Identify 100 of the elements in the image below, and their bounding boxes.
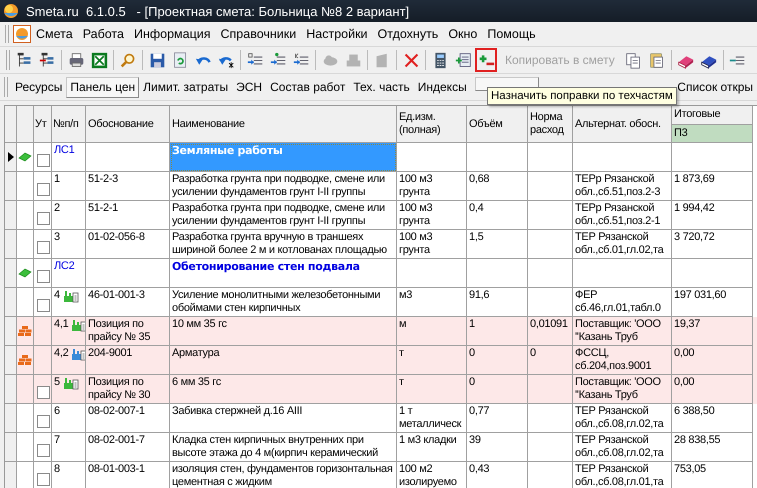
row-checkbox[interactable] — [37, 473, 50, 486]
table-cell: 1 м3 кладки — [397, 433, 467, 462]
column-header: Норма расход — [528, 106, 573, 143]
table-cell: 1,5 — [467, 230, 528, 259]
row-checkbox[interactable] — [37, 415, 50, 428]
table-row[interactable]: 8 08-01-003-1 изоляция стен, фундаментов горизонтальная цементная с жидким 100 м2 изолируемо 0,43 ТЕР Рязанской обл.,сб.08,гл.01,та 753,05 — [5, 462, 757, 488]
row-number: 4 — [54, 289, 60, 302]
table-cell — [17, 172, 34, 201]
table-cell — [528, 404, 573, 433]
table-cell: 100 м3 грунта — [397, 230, 467, 259]
table-cell — [397, 259, 467, 288]
table-cell — [528, 201, 573, 230]
table-cell: ТЕРр Рязанской обл.,сб.51,поз.2-3 — [573, 172, 672, 201]
table-row[interactable]: ЛС1 Земляные работы — [5, 143, 757, 172]
menu-item[interactable]: Справочники — [216, 27, 302, 41]
table-cell: 39 — [467, 433, 528, 462]
row-checkbox[interactable] — [37, 183, 50, 196]
table-cell: ТЕРр Рязанской обл.,сб.51,поз.2-1 — [573, 201, 672, 230]
row-checkbox[interactable] — [37, 270, 50, 283]
window-title: Smeta.ru 6.1.0.5 - [Проектная смета: Больница №8 2 вариант] — [26, 4, 410, 18]
row-selector[interactable] — [5, 143, 17, 172]
menu-item[interactable]: Помощь — [482, 27, 541, 41]
row-number: ЛС1 — [54, 144, 74, 157]
table-cell: 3 720,72 — [672, 230, 753, 259]
table-cell: 08-02-007-1 — [86, 404, 170, 433]
row-checkbox[interactable] — [37, 299, 50, 312]
panel-tab[interactable]: Панель цен — [66, 77, 140, 98]
row-number: 1 — [54, 173, 60, 186]
column-header: Ед.изм. (полная) — [397, 106, 467, 143]
panel-tab[interactable]: ЭСН — [232, 77, 266, 98]
table-row[interactable]: 3 01-02-056-8 Разработка грунта вручную в траншеях шириной более 2 м и котлованах площадью 100 м3 грунта 1,5 ТЕР Рязанской обл.,сб.01,гл.02,та 3 720,72 — [5, 230, 757, 259]
row-checkbox[interactable] — [37, 444, 50, 457]
table-cell: 6 мм 35 гс — [170, 375, 397, 404]
row-checkbox[interactable] — [37, 154, 50, 167]
table-cell — [467, 143, 528, 172]
table-row[interactable]: ЛС2 Обетонирование стен подвала — [5, 259, 757, 288]
table-cell — [528, 259, 573, 288]
panel-tab[interactable]: Ресурсы — [11, 77, 66, 98]
table-row[interactable]: 7 08-02-001-7 Кладка стен кирпичных внутренних при высоте этажа до 4 м(кирпич керамический 1 м3 кладки 39 ТЕР Рязанской обл.,сб.08,гл.02,та 28 838,55 — [5, 433, 757, 462]
table-cell: Разработка грунта при подводке, смене или усилении фундаментов грунт I-II группы — [170, 172, 397, 201]
copy-icon — [625, 52, 642, 68]
panel-tab[interactable]: Тех. часть — [349, 77, 414, 98]
table-cell: ТЕР Рязанской обл.,сб.08,гл.02,та — [573, 404, 672, 433]
column-subheader: П3 — [672, 124, 752, 142]
app-icon — [2, 2, 20, 20]
search-icon — [120, 52, 136, 68]
table-cell: 100 м3 грунта — [397, 201, 467, 230]
tree-icon — [38, 52, 56, 68]
table-row[interactable]: 6 08-02-007-1 Забивка стержней д.16 AIII 1 т металлическ 0,77 ТЕР Рязанской обл.,сб.08,гл.02,та 6 388,50 — [5, 404, 757, 433]
table-row[interactable]: 2 51-2-1 Разработка грунта при подводке, смене или усилении фундаментов грунт I-II группы 100 м3 грунта 0,4 ТЕРр Рязанской обл.,сб.51,поз.2-1 1 994,42 — [5, 201, 757, 230]
row-number: 5 — [54, 376, 60, 389]
row-checkbox[interactable] — [37, 386, 50, 399]
table-row[interactable]: 1 51-2-3 Разработка грунта при подводке, смене или усилении фундаментов грунт I-II группы 100 м3 грунта 0,68 ТЕРр Рязанской обл.,сб.51,поз.2-3 1 873,69 — [5, 172, 757, 201]
save-icon — [148, 52, 166, 68]
table-cell: 08-02-001-7 — [86, 433, 170, 462]
table-icon — [454, 52, 472, 68]
row-number: 8 — [54, 463, 60, 476]
row-number: 7 — [54, 434, 60, 447]
row-number: 4,2 — [54, 347, 68, 360]
table-row[interactable]: 5 Позиция по прайсу № 30 6 мм 35 гс т 0 Поставщик: 'ООО ''Казань Труб 0,00 — [5, 375, 757, 404]
menu-item[interactable]: Информация — [128, 27, 216, 41]
row-number: 3 — [54, 231, 60, 244]
table-row[interactable]: 4,1 Позиция по прайсу № 35 10 мм 35 гс м 1 0,01091 Поставщик: 'ООО ''Казань Труб 19,37 — [5, 317, 757, 346]
column-header: Итоговые — [673, 107, 722, 122]
table-cell: 0,77 — [467, 404, 528, 433]
row-checkbox[interactable] — [37, 241, 50, 254]
menu-item[interactable]: Настройки — [301, 27, 373, 41]
table-cell: Позиция по прайсу № 30 — [86, 375, 170, 404]
table-cell — [528, 433, 573, 462]
table-cell: Поставщик: 'ООО ''Казань Труб — [573, 375, 672, 404]
table-row[interactable]: 4,2 204-9001 Арматура т 0 0 ФССЦ, сб.204,поз.9001 0,00 — [5, 346, 757, 375]
table-cell — [17, 404, 34, 433]
table-cell: 0 — [467, 375, 528, 404]
table-cell — [397, 143, 467, 172]
table-cell: 100 м2 изолируемо — [397, 462, 467, 488]
menu-item[interactable]: Смета — [31, 27, 78, 41]
column-header: Ут — [34, 106, 52, 143]
plus-minus-button[interactable] — [475, 48, 497, 72]
table-cell: ТЕР Рязанской обл.,сб.08,гл.01,та — [573, 462, 672, 488]
column-header: Альтернат. обосн. — [573, 106, 672, 143]
panel-tab[interactable]: Индексы — [414, 77, 471, 98]
panel-tab[interactable]: Лимит. затраты — [139, 77, 232, 98]
table-cell: Разработка грунта вручную в траншеях шириной более 2 м и котлованах площадью — [170, 230, 397, 259]
table-cell: 08-01-003-1 — [86, 462, 170, 488]
menu-item[interactable]: Отдохнуть — [372, 27, 444, 41]
paste-icon — [648, 52, 666, 68]
table-cell — [17, 433, 34, 462]
row-number: 4,1 — [54, 318, 68, 331]
panel-tab[interactable]: Состав работ — [266, 77, 350, 98]
row-checkbox[interactable] — [37, 212, 50, 225]
table-cell: ТЕР Рязанской обл.,сб.01,гл.02,та — [573, 230, 672, 259]
menu-item[interactable]: Окно — [443, 27, 482, 41]
current-row-arrow-icon — [7, 151, 15, 163]
table-cell: 1 873,69 — [672, 172, 753, 201]
table-cell — [17, 201, 34, 230]
table-cell — [17, 375, 34, 404]
column-header: Объём — [467, 106, 528, 143]
table-cell — [528, 375, 573, 404]
menu-item[interactable]: Работа — [78, 27, 129, 41]
block-icon — [344, 52, 362, 68]
